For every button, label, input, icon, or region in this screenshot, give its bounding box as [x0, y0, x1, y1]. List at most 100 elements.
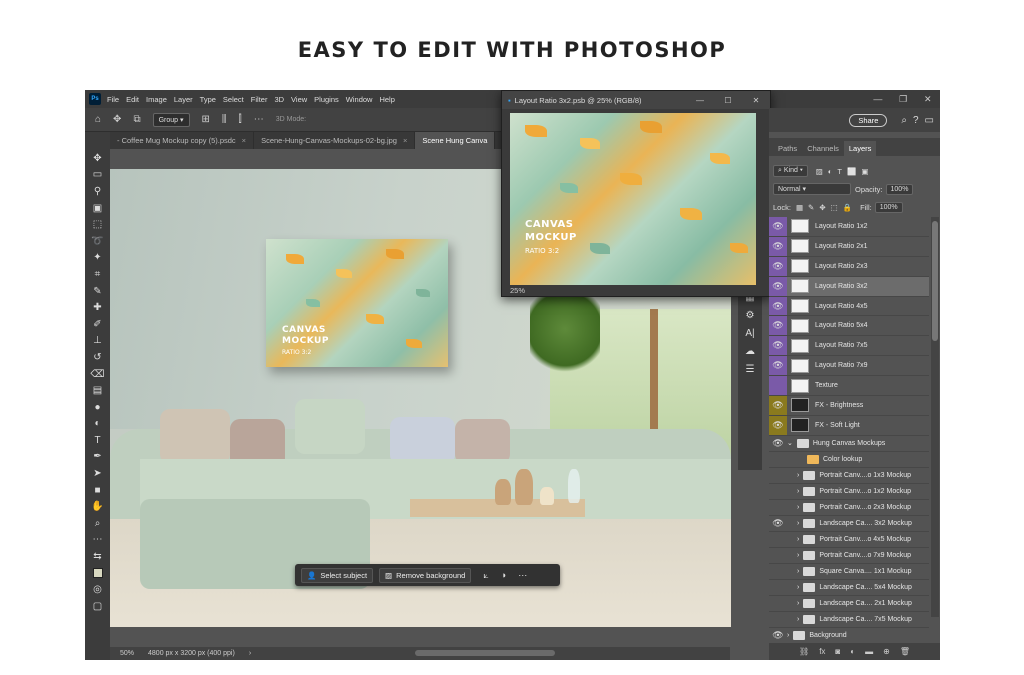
- menu-select[interactable]: Select: [223, 95, 244, 104]
- blur-tool-icon[interactable]: ●: [89, 399, 107, 416]
- group-row[interactable]: › Landscape Ca.... 2x1 Mockup: [769, 596, 929, 612]
- magic-wand-icon[interactable]: ✦: [89, 250, 107, 267]
- close-icon[interactable]: ✕: [924, 94, 932, 105]
- lock-position-icon[interactable]: ✥: [819, 203, 825, 212]
- chevron-right-icon[interactable]: ›: [797, 552, 799, 559]
- auto-select-icon[interactable]: ⧉: [133, 114, 140, 125]
- visibility-toggle[interactable]: [769, 468, 787, 483]
- menu-layer[interactable]: Layer: [174, 95, 193, 104]
- lock-all-icon[interactable]: 🔒: [843, 203, 852, 212]
- menu-file[interactable]: File: [107, 95, 119, 104]
- eyedropper-icon[interactable]: ✎: [89, 283, 107, 300]
- group-row[interactable]: › Portrait Canv....o 1x2 Mockup: [769, 484, 929, 500]
- properties-icon[interactable]: ☰: [741, 360, 759, 378]
- auto-select-dropdown[interactable]: Group ▾: [152, 112, 190, 127]
- shape-tool-icon[interactable]: ■: [89, 482, 107, 499]
- close-icon[interactable]: ×: [403, 136, 407, 145]
- mask-icon[interactable]: ◙: [835, 647, 840, 656]
- transform-controls-icon[interactable]: ⊞: [202, 114, 210, 125]
- new-layer-icon[interactable]: ⊕: [883, 647, 890, 656]
- blend-mode-dropdown[interactable]: Normal ▾: [773, 183, 851, 195]
- preview-zoom[interactable]: 25%: [510, 286, 525, 295]
- preview-document-window[interactable]: ▪ Layout Ratio 3x2.psb @ 25% (RGB/8) — ☐…: [501, 90, 771, 297]
- visibility-toggle[interactable]: [769, 580, 787, 595]
- chevron-right-icon[interactable]: ›: [787, 632, 789, 639]
- visibility-toggle[interactable]: [769, 596, 787, 611]
- visibility-toggle[interactable]: [769, 612, 787, 627]
- kind-filter-dropdown[interactable]: ⌕ Kind ▾: [773, 165, 808, 177]
- chevron-right-icon[interactable]: ›: [797, 504, 799, 511]
- eraser-icon[interactable]: ⌫: [89, 366, 107, 383]
- visibility-eye-icon[interactable]: 👁: [769, 316, 787, 336]
- pen-tool-icon[interactable]: ✒: [89, 449, 107, 466]
- layer-row[interactable]: 👁 Layout Ratio 2x3: [769, 256, 929, 277]
- visibility-eye-icon[interactable]: 👁: [769, 436, 787, 451]
- group-row[interactable]: › Portrait Canv....o 2x3 Mockup: [769, 500, 929, 516]
- frame-tool-icon[interactable]: ▣: [89, 200, 107, 217]
- layer-row[interactable]: 👁 Layout Ratio 1x2: [769, 217, 929, 237]
- layer-row[interactable]: Texture: [769, 376, 929, 397]
- character-icon[interactable]: A|: [741, 324, 759, 342]
- group-row[interactable]: 👁 › Landscape Ca.... 3x2 Mockup: [769, 516, 929, 532]
- layers-scrollbar[interactable]: [931, 217, 939, 617]
- chevron-right-icon[interactable]: ›: [797, 616, 799, 623]
- visibility-eye-icon[interactable]: 👁: [769, 236, 787, 256]
- home-icon[interactable]: ⌂: [95, 114, 101, 125]
- chevron-right-icon[interactable]: ›: [797, 600, 799, 607]
- color-swatch-icon[interactable]: [89, 565, 107, 582]
- move-tool-icon[interactable]: ✥: [113, 114, 121, 125]
- adjustments-icon[interactable]: ⚙: [741, 306, 759, 324]
- new-group-icon[interactable]: ▬: [865, 647, 873, 656]
- lasso-tool-icon[interactable]: ➰: [89, 233, 107, 250]
- libraries-icon[interactable]: ☁: [741, 342, 759, 360]
- adjustment-filter-icon[interactable]: ◐: [828, 167, 833, 176]
- menu-window[interactable]: Window: [346, 95, 373, 104]
- more-options-icon[interactable]: ⋯: [254, 114, 264, 125]
- brush-tool-icon[interactable]: ✐: [89, 316, 107, 333]
- person-select-icon[interactable]: ⚲: [89, 183, 107, 200]
- visibility-eye-icon[interactable]: 👁: [769, 217, 787, 236]
- chevron-right-icon[interactable]: ›: [797, 584, 799, 591]
- menu-image[interactable]: Image: [146, 95, 167, 104]
- opacity-field[interactable]: 100%: [885, 183, 914, 195]
- visibility-toggle[interactable]: [769, 564, 787, 579]
- layer-row-selected[interactable]: 👁 Layout Ratio 3x2: [769, 276, 929, 297]
- visibility-eye-icon[interactable]: 👁: [769, 628, 787, 643]
- visibility-eye-icon[interactable]: 👁: [769, 356, 787, 376]
- visibility-toggle[interactable]: [769, 376, 787, 396]
- edit-toolbar-icon[interactable]: ⋯: [89, 532, 107, 549]
- visibility-eye-icon[interactable]: 👁: [769, 396, 787, 415]
- restore-icon[interactable]: ❐: [899, 94, 907, 105]
- zoom-level[interactable]: 50%: [120, 650, 134, 657]
- pixel-filter-icon[interactable]: ▨: [816, 167, 823, 176]
- path-select-icon[interactable]: ➤: [89, 465, 107, 482]
- visibility-toggle[interactable]: [769, 532, 787, 547]
- group-row[interactable]: › Landscape Ca.... 7x5 Mockup: [769, 612, 929, 628]
- menu-view[interactable]: View: [291, 95, 307, 104]
- more-icon[interactable]: ⋯: [518, 570, 527, 581]
- group-row[interactable]: 👁 ⌄ Hung Canvas Mockups: [769, 436, 929, 452]
- chevron-right-icon[interactable]: ›: [797, 568, 799, 575]
- horizontal-scrollbar[interactable]: [415, 650, 555, 656]
- trash-icon[interactable]: 🗑: [900, 647, 910, 656]
- layer-row[interactable]: 👁 FX - Brightness: [769, 396, 929, 416]
- visibility-toggle[interactable]: [769, 548, 787, 563]
- visibility-eye-icon[interactable]: 👁: [769, 516, 787, 531]
- menu-filter[interactable]: Filter: [251, 95, 268, 104]
- shape-filter-icon[interactable]: ⬜: [847, 167, 856, 176]
- visibility-eye-icon[interactable]: 👁: [769, 336, 787, 356]
- quick-mask-icon[interactable]: ◎: [89, 581, 107, 598]
- maximize-icon[interactable]: ☐: [714, 96, 742, 105]
- visibility-eye-icon[interactable]: 👁: [769, 296, 787, 316]
- lock-paint-icon[interactable]: ✎: [808, 203, 814, 212]
- tab-scene-hung-canvas[interactable]: Scene Hung Canva: [415, 132, 496, 149]
- gradient-tool-icon[interactable]: ▤: [89, 382, 107, 399]
- layer-row[interactable]: 👁 Layout Ratio 7x9: [769, 356, 929, 377]
- scroll-thumb[interactable]: [932, 221, 938, 341]
- swap-colors-icon[interactable]: ⇆: [89, 548, 107, 565]
- crop-tool-icon[interactable]: ⌗: [89, 266, 107, 283]
- layer-row[interactable]: Color lookup: [769, 452, 929, 468]
- tab-layers[interactable]: Layers: [843, 141, 877, 156]
- help-icon[interactable]: ?: [913, 115, 919, 126]
- smart-filter-icon[interactable]: ▣: [861, 167, 868, 176]
